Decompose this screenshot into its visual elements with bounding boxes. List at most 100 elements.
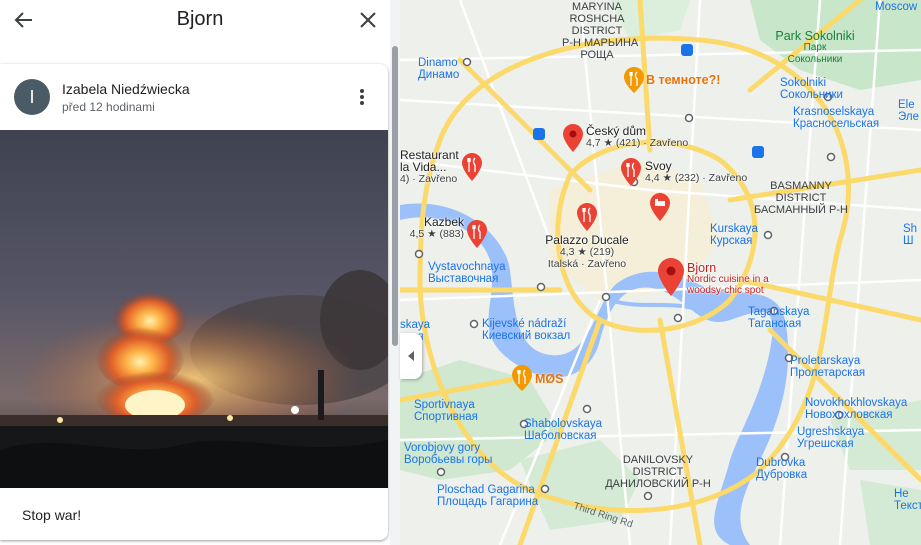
metro-kurskaya[interactable]: Kurskaya Курская bbox=[710, 223, 758, 247]
side-panel: Bjorn I Izabela Niedźwiecka před 12 hodi… bbox=[0, 0, 400, 545]
metro-edge-he[interactable]: He Текст bbox=[894, 488, 921, 512]
more-options-button[interactable] bbox=[352, 84, 372, 110]
place-name: la Vida... bbox=[400, 160, 447, 174]
place-cuisine: Italská · Zavřeno bbox=[547, 258, 627, 270]
metro-taganskaya[interactable]: Taganskaya Таганская bbox=[748, 306, 809, 330]
district-danilovsky: DANILOVSKY DISTRICT ДАНИЛОВСКИЙ Р-Н bbox=[598, 454, 718, 490]
metro-dubrovka[interactable]: Dubrovka Дубровка bbox=[756, 457, 807, 481]
place-svoy-label[interactable]: Svoy 4,4 ★ (232) · Zavřeno bbox=[645, 160, 747, 184]
panel-title: Bjorn bbox=[176, 8, 224, 30]
place-palazzo-pin[interactable] bbox=[577, 203, 597, 236]
metro-label: Курская bbox=[710, 235, 753, 247]
metro-edge-moscow[interactable]: Moscow bbox=[875, 1, 917, 13]
place-kazbek-label[interactable]: Kazbek 4,5 ★ (883) bbox=[408, 216, 464, 240]
more-vert-icon bbox=[360, 89, 364, 105]
metro-label: Динамо bbox=[418, 69, 460, 81]
place-rating: 4,3 ★ (219) bbox=[559, 246, 615, 258]
metro-label: Выставочная bbox=[428, 273, 499, 285]
metro-label: Спортивная bbox=[414, 411, 478, 423]
metro-label: Sportivnaya bbox=[414, 399, 475, 411]
place-mos-label[interactable]: MØS bbox=[535, 373, 563, 386]
panel-scrollbar-thumb[interactable] bbox=[392, 46, 398, 346]
metro-label: Sh bbox=[903, 223, 918, 235]
restaurant-pin-icon bbox=[577, 203, 597, 231]
place-name: Svoy bbox=[645, 159, 672, 173]
place-v-temnote[interactable] bbox=[624, 67, 644, 98]
metro-label: Shabolovskaya bbox=[524, 418, 602, 430]
restaurant-pin-icon bbox=[621, 158, 641, 186]
metro-ugreshskaya[interactable]: Ugreshskaya Угрешская bbox=[797, 426, 864, 450]
metro-kijevske[interactable]: Kijevské nádraží Киевский вокзал bbox=[482, 318, 570, 342]
metro-label: Воробьевы горы bbox=[404, 454, 493, 466]
restaurant-pin-icon bbox=[467, 220, 487, 248]
metro-label: Площадь Гагарина bbox=[437, 496, 539, 508]
place-mos[interactable] bbox=[512, 365, 532, 396]
metro-label: Taganskaya bbox=[748, 306, 810, 318]
park-label: Сокольники bbox=[787, 54, 843, 65]
metro-label: Красносельская bbox=[793, 118, 880, 130]
metro-label: Киевский вокзал bbox=[482, 330, 571, 342]
place-rating: 4,4 ★ (232) · Zavřeno bbox=[645, 172, 748, 184]
metro-shabolovskaya[interactable]: Shabolovskaya Шаболовская bbox=[524, 418, 602, 442]
place-cesky-dum-label[interactable]: Český dům 4,7 ★ (421) · Zavřeno bbox=[586, 125, 688, 149]
restaurant-pin-icon bbox=[624, 67, 644, 93]
caret-left-icon bbox=[408, 351, 414, 361]
place-rating: 4,5 ★ (883) bbox=[409, 228, 464, 240]
metro-label: Ele bbox=[898, 99, 915, 111]
place-v-temnote-label[interactable]: В темноте?! bbox=[646, 74, 720, 87]
metro-label: Ploschad Gagarina bbox=[437, 484, 535, 496]
metro-label: Угрешская bbox=[797, 438, 854, 450]
place-pin-icon bbox=[563, 124, 583, 152]
metro-krasnoselskaya[interactable]: Krasnoselskaya Красносельская bbox=[793, 106, 879, 130]
place-restaurant-label[interactable]: Restaurant la Vida... 4) · Zavřeno bbox=[400, 149, 459, 185]
review-photo[interactable] bbox=[0, 130, 388, 488]
place-palazzo-label[interactable]: Palazzo Ducale 4,3 ★ (219) Italská · Zav… bbox=[543, 234, 631, 270]
panel-header: Bjorn bbox=[0, 0, 400, 40]
district-label: ROSHCHA bbox=[569, 13, 625, 25]
metro-label: Ш bbox=[903, 235, 914, 247]
metro-vystavochnaya[interactable]: Vystavochnaya Выставочная bbox=[428, 261, 506, 285]
metro-label: Новохохловская bbox=[805, 409, 893, 421]
metro-edge-ele[interactable]: Ele Эле bbox=[898, 99, 919, 123]
place-kazbek[interactable] bbox=[467, 220, 487, 253]
metro-label: He bbox=[894, 488, 909, 500]
metro-label: Текст bbox=[894, 500, 921, 512]
place-restaurant[interactable] bbox=[462, 153, 482, 186]
metro-label: Ugreshskaya bbox=[797, 426, 865, 438]
park-sokolniki-label[interactable]: Park Sokolniki Парк Сокольники bbox=[770, 30, 860, 66]
metro-dinamo[interactable]: Dinamo Динамо bbox=[418, 57, 459, 81]
place-hotel[interactable] bbox=[650, 193, 670, 226]
place-bjorn-label[interactable]: Bjorn Nordic cuisine in a woodsy-chic sp… bbox=[687, 262, 769, 296]
metro-label: skaya bbox=[400, 319, 431, 331]
metro-label: Эле bbox=[898, 111, 919, 123]
review-author[interactable]: Izabela Niedźwiecka bbox=[62, 81, 190, 97]
place-name: Bjorn bbox=[687, 261, 717, 275]
map-view[interactable]: MARYINA ROSHCHA DISTRICT Р-Н МАРЬИНА РОЩ… bbox=[400, 0, 921, 545]
metro-edge-sh[interactable]: Sh Ш bbox=[903, 223, 917, 247]
metro-ploschad[interactable]: Ploschad Gagarina Площадь Гагарина bbox=[437, 484, 538, 508]
place-name: Palazzo Ducale bbox=[545, 233, 629, 247]
place-bjorn-pin[interactable] bbox=[658, 258, 684, 301]
metro-sportivnaya[interactable]: Sportivnaya Спортивная bbox=[414, 399, 478, 423]
district-maryina: MARYINA ROSHCHA DISTRICT Р-Н МАРЬИНА РОЩ… bbox=[562, 1, 639, 61]
close-button[interactable] bbox=[354, 6, 382, 34]
metro-novokhokhlovskaya[interactable]: Novokhokhlovskaya Новохохловская bbox=[805, 397, 907, 421]
metro-label: Пролетарская bbox=[790, 367, 866, 379]
metro-label: Дубровка bbox=[756, 469, 808, 481]
place-description: woodsy-chic spot bbox=[687, 285, 764, 296]
park-label: Park Sokolniki bbox=[775, 29, 855, 43]
collapse-panel-button[interactable] bbox=[400, 333, 422, 379]
place-cesky-dum[interactable] bbox=[563, 124, 583, 157]
metro-sokolniki[interactable]: Sokolniki Сокольники bbox=[780, 77, 843, 101]
place-svoy[interactable] bbox=[621, 158, 641, 191]
metro-proletarskaya[interactable]: Proletarskaya Пролетарская bbox=[790, 355, 865, 379]
metro-label: Vystavochnaya bbox=[428, 261, 506, 273]
metro-vorobjovy[interactable]: Vorobjovy gory Воробьевы горы bbox=[404, 442, 492, 466]
restaurant-pin-icon bbox=[462, 153, 482, 181]
district-label: DISTRICT bbox=[571, 25, 623, 37]
district-label: DANILOVSKY bbox=[622, 454, 694, 466]
district-basmanny: BASMANNY DISTRICT БАСМАННЫЙ Р-Н bbox=[746, 180, 856, 216]
avatar[interactable]: I bbox=[14, 79, 50, 115]
district-label: BASMANNY bbox=[770, 180, 832, 192]
district-label: Р-Н МАРЬИНА bbox=[562, 37, 639, 49]
